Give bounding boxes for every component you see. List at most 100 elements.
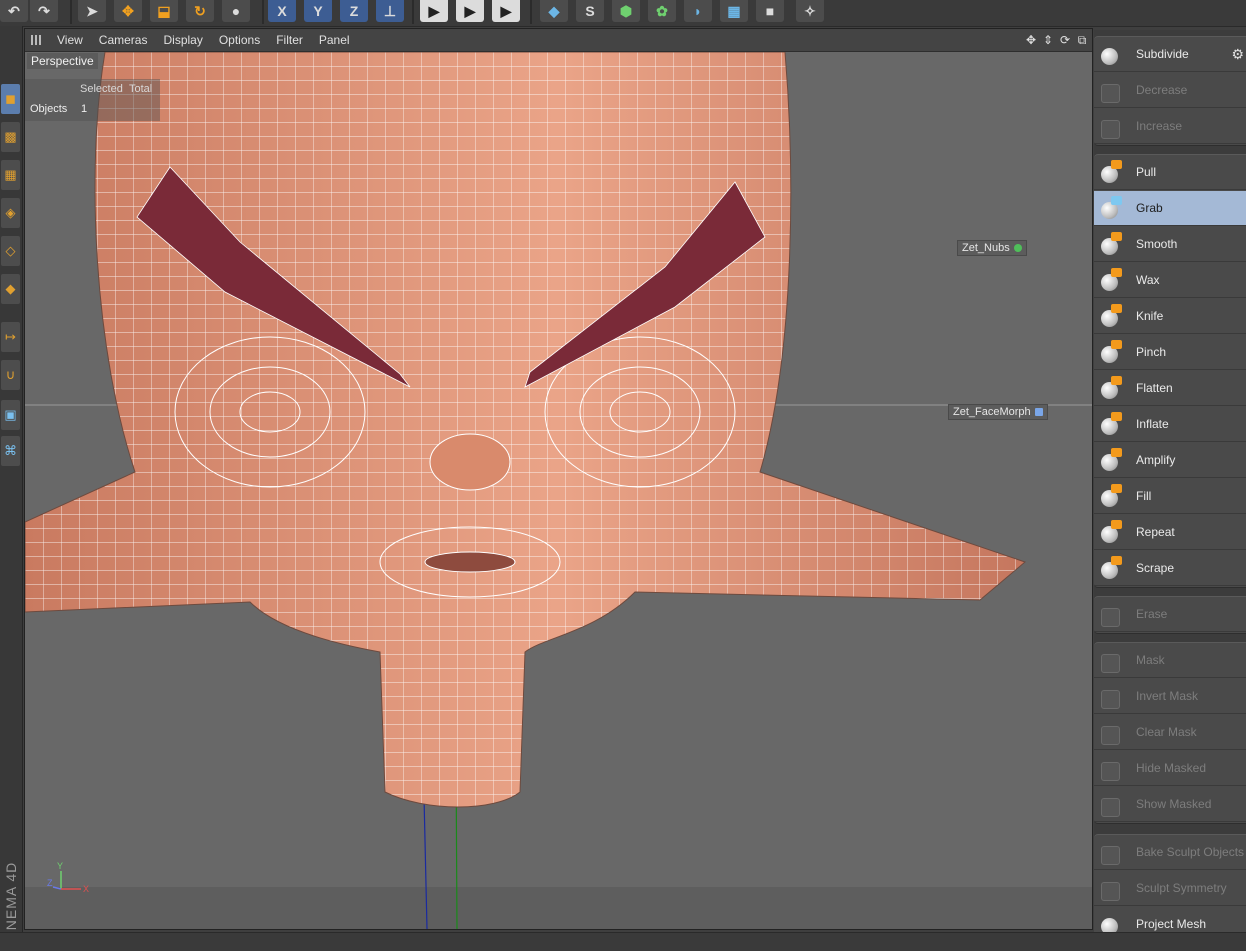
tool-flatten[interactable]: Flatten	[1094, 371, 1246, 406]
knife-icon	[1098, 303, 1124, 329]
texture-icon[interactable]: ▦	[1, 160, 20, 190]
tool-repeat[interactable]: Repeat	[1094, 515, 1246, 550]
tool-label: Wax	[1136, 273, 1160, 287]
hide-masked-icon	[1098, 755, 1124, 781]
toolbar-separator	[412, 0, 414, 24]
erase-icon	[1098, 601, 1124, 627]
tool-label: Decrease	[1136, 83, 1188, 97]
tool-grab[interactable]: Grab	[1094, 191, 1246, 226]
menu-display[interactable]: Display	[155, 33, 210, 47]
object-tag-zet-nubs[interactable]: Zet_Nubs	[957, 240, 1027, 256]
magnet-icon[interactable]: ∪	[1, 360, 20, 390]
move-icon[interactable]: ✥	[114, 0, 142, 22]
tool-clear-mask: Clear Mask	[1094, 715, 1246, 750]
redo-icon[interactable]: ↷	[30, 0, 58, 22]
tool-erase: Erase	[1094, 597, 1246, 632]
tool-scrape[interactable]: Scrape	[1094, 551, 1246, 586]
scale-icon[interactable]: ⬓	[150, 0, 178, 22]
tool-fill[interactable]: Fill	[1094, 479, 1246, 514]
lock-icon[interactable]: ▣	[1, 400, 20, 430]
select-icon[interactable]: ➤	[78, 0, 106, 22]
tool-knife[interactable]: Knife	[1094, 299, 1246, 334]
recent-tool-icon[interactable]: ●	[222, 0, 250, 22]
nurbs-icon[interactable]: ⬢	[612, 0, 640, 22]
hud-objects-value: 1	[81, 103, 88, 115]
tool-amplify[interactable]: Amplify	[1094, 443, 1246, 478]
menu-options[interactable]: Options	[211, 33, 268, 47]
menu-cameras[interactable]: Cameras	[91, 33, 156, 47]
undo-icon[interactable]: ↶	[0, 0, 28, 22]
viewport-label: Perspective	[27, 53, 98, 69]
axis-gizmo: Y X Z	[47, 861, 89, 894]
tool-decrease: Decrease	[1094, 73, 1246, 108]
tool-label: Scrape	[1136, 561, 1175, 575]
invert-mask-icon	[1098, 683, 1124, 709]
dolly-icon[interactable]: ⇕	[1041, 33, 1055, 47]
light-icon[interactable]: ✧	[796, 0, 824, 22]
menu-view[interactable]: View	[49, 33, 91, 47]
cube-icon[interactable]: ◆	[540, 0, 568, 22]
menu-panel[interactable]: Panel	[311, 33, 358, 47]
tool-pinch[interactable]: Pinch	[1094, 335, 1246, 370]
increase-icon	[1098, 113, 1124, 139]
tool-label: Show Masked	[1136, 797, 1212, 811]
render-settings-icon[interactable]: ▶	[492, 0, 520, 22]
hud-total-header: Total	[129, 83, 153, 95]
tool-mask: Mask	[1094, 643, 1246, 678]
tool-subdivide[interactable]: Subdivide ⚙	[1094, 37, 1246, 72]
tool-inflate[interactable]: Inflate	[1094, 407, 1246, 442]
z-axis-icon[interactable]: Z	[340, 0, 368, 22]
tool-label: Hide Masked	[1136, 761, 1207, 775]
amplify-icon	[1098, 447, 1124, 473]
y-axis-icon[interactable]: Y	[304, 0, 332, 22]
coord-system-icon[interactable]: ⊥	[376, 0, 404, 22]
tool-label: Sculpt Symmetry	[1136, 881, 1227, 895]
render-picture-icon[interactable]: ▶	[456, 0, 484, 22]
floor-icon[interactable]: ▦	[720, 0, 748, 22]
camera-icon[interactable]: ■	[756, 0, 784, 22]
subdivide-icon	[1098, 41, 1124, 67]
inflate-icon	[1098, 411, 1124, 437]
pan-icon[interactable]: ✥	[1024, 33, 1038, 47]
wax-icon	[1098, 267, 1124, 293]
maximize-icon[interactable]: ⧉	[1075, 33, 1089, 47]
object-tag-zet-facemorph[interactable]: Zet_FaceMorph	[948, 404, 1048, 420]
array-icon[interactable]: ✿	[648, 0, 676, 22]
polygons-mode-icon[interactable]: ◆	[1, 274, 20, 304]
tool-label: Increase	[1136, 119, 1183, 133]
tool-label: Bake Sculpt Objects	[1136, 845, 1245, 859]
repeat-icon	[1098, 519, 1124, 545]
rotate-icon[interactable]: ↻	[186, 0, 214, 22]
ground-band	[25, 887, 1092, 929]
edges-mode-icon[interactable]: ◇	[1, 236, 20, 266]
grip-icon[interactable]	[31, 35, 43, 45]
points-mode-icon[interactable]: ◈	[1, 198, 20, 228]
gear-icon[interactable]: ⚙	[1231, 46, 1244, 63]
tool-show-masked: Show Masked	[1094, 787, 1246, 822]
x-axis-icon[interactable]: X	[268, 0, 296, 22]
viewport-menubar: View Cameras Display Options Filter Pane…	[25, 29, 1092, 52]
smooth-icon	[1098, 231, 1124, 257]
tag-label: Zet_Nubs	[962, 242, 1010, 254]
tool-label: Subdivide	[1136, 47, 1189, 61]
tool-invert-mask: Invert Mask	[1094, 679, 1246, 714]
orbit-icon[interactable]: ⟳	[1058, 33, 1072, 47]
deformer-icon[interactable]: ◗	[684, 0, 712, 22]
spline-icon[interactable]: S	[576, 0, 604, 22]
checker-icon[interactable]: ▩	[1, 122, 20, 152]
morph-icon	[1034, 408, 1043, 416]
toolbar-separator	[70, 0, 72, 24]
palette-group-mask: Mask Invert Mask Clear Mask Hide Masked Show…	[1094, 642, 1246, 824]
left-tool-strip: CINEMA 4D ◼ ▩ ▦ ◈ ◇ ◆ ↦ ∪ ▣ ⌘	[0, 26, 23, 950]
menu-filter[interactable]: Filter	[268, 33, 311, 47]
axis-mode-icon[interactable]: ↦	[1, 322, 20, 352]
tool-pull[interactable]: Pull	[1094, 155, 1246, 190]
cube-mode-icon[interactable]: ◼	[1, 84, 20, 114]
grab-icon	[1098, 195, 1124, 221]
render-view-icon[interactable]: ▶	[420, 0, 448, 22]
viewport-panel[interactable]: View Cameras Display Options Filter Pane…	[24, 28, 1093, 930]
snap-icon[interactable]: ⌘	[1, 436, 20, 466]
tool-smooth[interactable]: Smooth	[1094, 227, 1246, 262]
sculpt-scene[interactable]	[25, 52, 1092, 929]
tool-wax[interactable]: Wax	[1094, 263, 1246, 298]
